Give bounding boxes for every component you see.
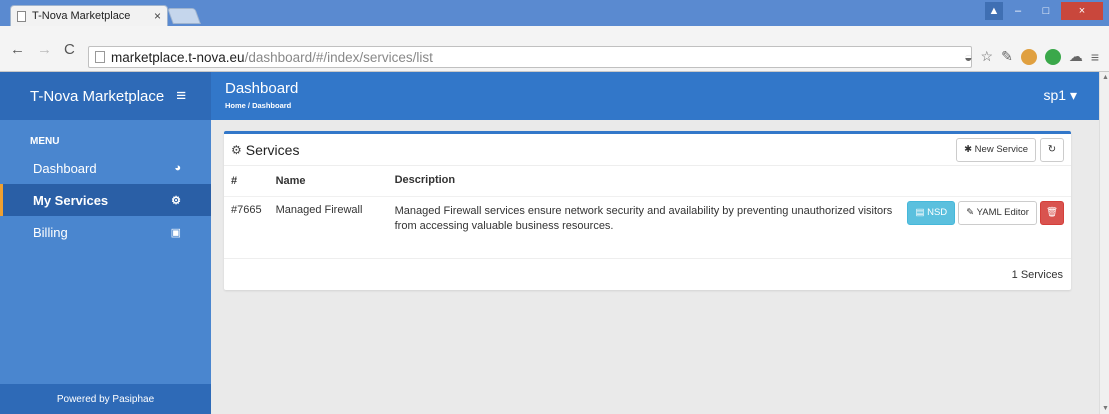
page-header: Dashboard Home / Dashboard sp1 ▾ [211, 72, 1099, 120]
browser-toolbar: ← → C marketplace.t-nova.eu/dashboard/#/… [0, 26, 1109, 72]
scroll-down-icon[interactable]: ▼ [1102, 405, 1109, 412]
sidebar-footer: Powered by Pasiphae [0, 384, 211, 414]
extension-icons: ◒ ☆ ✎ ☁ ≡ [964, 48, 1099, 65]
new-badge-icon[interactable] [1044, 48, 1061, 65]
browser-titlebar: T-Nova Marketplace × ▲ – □ × [0, 0, 1109, 26]
breadcrumb: Home / Dashboard [225, 101, 292, 110]
nav-buttons: ← → C [10, 41, 75, 58]
main-content: ⚙ Services ✱ New Service ↻ # Name Descri… [211, 120, 1099, 414]
cookie-icon[interactable] [1020, 48, 1037, 65]
page-scrollbar[interactable]: ▲ ▼ [1099, 72, 1109, 414]
star-icon[interactable]: ☆ [981, 48, 994, 65]
sidebar-item-dashboard[interactable]: Dashboard ◕ [0, 152, 211, 184]
menu-icon[interactable]: ≡ [1091, 49, 1099, 65]
services-count: 1 Services [224, 258, 1071, 290]
sidebar-item-label: Dashboard [33, 160, 97, 176]
tab-title: T-Nova Marketplace [32, 10, 131, 22]
user-menu[interactable]: sp1 ▾ [1044, 87, 1078, 104]
url-path: /dashboard/#/index/services/list [244, 49, 433, 65]
url-host: marketplace.t-nova.eu [111, 49, 245, 65]
sidebar-item-billing[interactable]: Billing ▣ [0, 216, 211, 248]
rss-icon[interactable]: ◒ [964, 49, 972, 65]
money-icon: ▣ [170, 226, 181, 239]
panel-header: ⚙ Services ✱ New Service ↻ [224, 134, 1071, 166]
brand-bar: T-Nova Marketplace ≡ [0, 72, 211, 120]
column-header-number[interactable]: # [224, 166, 269, 196]
address-bar[interactable]: marketplace.t-nova.eu/dashboard/#/index/… [88, 46, 972, 68]
service-name: Managed Firewall [268, 195, 388, 256]
table-row: #7665 Managed Firewall Managed Firewall … [224, 195, 1071, 256]
sidebar: T-Nova Marketplace ≡ MENU Dashboard ◕ My… [0, 72, 211, 414]
user-icon[interactable]: ▲ [985, 2, 1003, 20]
row-actions: ▤ NSD ✎ YAML Editor 🗑 [900, 195, 1071, 256]
nsd-button[interactable]: ▤ NSD [907, 200, 956, 225]
column-header-description[interactable]: Description [388, 166, 901, 196]
hamburger-icon[interactable]: ≡ [176, 86, 186, 106]
yaml-editor-button[interactable]: ✎ YAML Editor [958, 200, 1037, 225]
sidebar-item-my-services[interactable]: My Services ⚙ [0, 184, 211, 216]
panel-title: Services [245, 141, 300, 158]
column-header-actions [900, 166, 1071, 196]
menu-label: MENU [30, 136, 60, 147]
table-header-row: # Name Description [224, 166, 1071, 196]
tab-close-icon[interactable]: × [154, 9, 161, 23]
page-icon [17, 10, 26, 22]
sidebar-item-label: Billing [33, 224, 68, 240]
back-icon[interactable]: ← [10, 41, 25, 58]
pen-icon[interactable]: ✎ [1001, 48, 1013, 65]
app-root: T-Nova Marketplace ≡ MENU Dashboard ◕ My… [0, 72, 1099, 414]
refresh-button[interactable]: ↻ [1040, 137, 1064, 162]
cloud-icon[interactable]: ☁ [1069, 48, 1083, 65]
page-title: Dashboard [225, 80, 299, 97]
gears-icon: ⚙ [231, 142, 242, 157]
minimize-button[interactable]: – [1005, 2, 1031, 20]
service-id: #7665 [224, 195, 269, 256]
gears-icon: ⚙ [171, 194, 181, 207]
column-header-name[interactable]: Name [269, 166, 388, 196]
forward-icon[interactable]: → [37, 41, 52, 58]
new-service-button[interactable]: ✱ New Service [956, 137, 1036, 162]
window-controls: ▲ – □ × [985, 2, 1103, 20]
reload-icon[interactable]: C [64, 41, 75, 58]
new-tab-button[interactable] [167, 8, 201, 24]
sidebar-item-label: My Services [33, 192, 109, 208]
maximize-button[interactable]: □ [1033, 2, 1059, 20]
close-window-button[interactable]: × [1061, 2, 1103, 20]
page-icon [95, 51, 105, 63]
dashboard-icon: ◕ [174, 162, 181, 174]
service-description: Managed Firewall services ensure network… [387, 195, 901, 256]
services-table: # Name Description #7665 Managed Firewal… [224, 166, 1071, 256]
delete-button[interactable]: 🗑 [1040, 200, 1064, 225]
brand-title[interactable]: T-Nova Marketplace [30, 88, 164, 105]
services-panel: ⚙ Services ✱ New Service ↻ # Name Descri… [224, 131, 1071, 290]
scroll-up-icon[interactable]: ▲ [1102, 74, 1109, 81]
browser-tab[interactable]: T-Nova Marketplace × [10, 5, 168, 26]
